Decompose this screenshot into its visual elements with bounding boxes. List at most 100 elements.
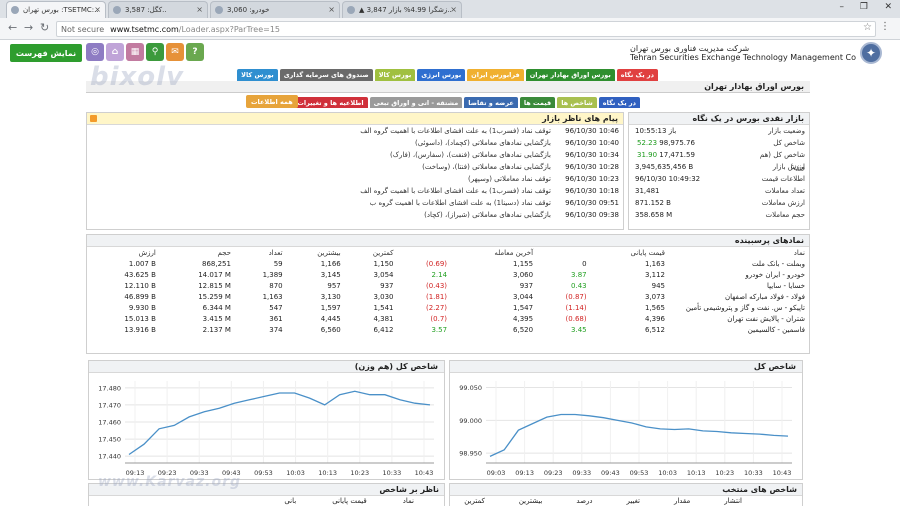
address-bar[interactable]: Not secure www.tsetmc.com/Loader.aspx?Pa…	[56, 21, 876, 37]
message-row[interactable]: 96/10/30 10:46 توقف نماد (فسرب1) به علت ا…	[87, 125, 623, 137]
market-row-value: 52.23 98,975.76	[629, 137, 745, 149]
nav-item-commodity[interactable]: بورس کالا	[374, 69, 416, 81]
table-row[interactable]: خودرو - ایران خودرو 3,112 3.87 3,060 2.14 3,0…	[87, 269, 809, 280]
col-header-count[interactable]: تعداد	[235, 247, 287, 258]
watermark-logo: bixolv	[90, 62, 185, 92]
cell-close: 1,565	[644, 303, 665, 312]
compass-icon[interactable]: ◎	[86, 43, 104, 61]
bookmark-star-icon[interactable]: ☆	[863, 22, 872, 33]
browser-tab[interactable]: 3,587 :کگل.. ×	[108, 1, 208, 18]
cell-high: 1,597	[320, 303, 341, 312]
home-icon[interactable]: ⌂	[106, 43, 124, 61]
close-tab-icon[interactable]: ×	[450, 5, 457, 14]
cell-symbol[interactable]: فولاد - فولاد مبارکه اصفهان	[669, 291, 809, 302]
search-icon[interactable]: ⚲	[146, 43, 164, 61]
cell-high: 6,560	[320, 325, 341, 334]
close-window-icon[interactable]: ✕	[884, 2, 892, 12]
table-row[interactable]: وبملت - بانک ملت 1,163 0 1,155 (0.69) 1,150 1,…	[87, 258, 809, 269]
chart-title: شاخص کل	[450, 361, 802, 373]
message-row[interactable]: 96/10/30 10:23 توقف نماد معاملاتی (وسپهر)	[87, 173, 623, 185]
message-icon[interactable]: ✉	[166, 43, 184, 61]
close-tab-icon[interactable]: ×	[196, 5, 203, 14]
tab-overview[interactable]: در یک نگاه	[598, 97, 640, 108]
equal-weight-index-chart[interactable]: 17.44017.45017.46017.47017.48009:13 09:23…	[89, 373, 444, 479]
brand-logo-icon[interactable]: ✦	[860, 42, 882, 64]
col-header-symbol[interactable]: نماد	[669, 247, 809, 258]
col-header-volume[interactable]: حجم	[160, 247, 235, 258]
y-tick-label: 17.470	[98, 401, 121, 409]
nav-item-ifb[interactable]: فرابورس ایران	[467, 69, 524, 81]
cell-symbol[interactable]: فاسمین - کالسیمین	[669, 324, 809, 335]
forward-icon[interactable]: →	[24, 22, 33, 34]
cell-value: 13.916 B	[124, 325, 156, 334]
back-icon[interactable]: ←	[8, 22, 17, 34]
cell-symbol[interactable]: شتران - پالایش نفت تهران	[669, 313, 809, 324]
nav-item-overview[interactable]: در یک نگاه	[616, 69, 658, 81]
cell-symbol[interactable]: خودرو - ایران خودرو	[669, 269, 809, 280]
cell-symbol[interactable]: وبملت - بانک ملت	[669, 258, 809, 269]
tab-indices[interactable]: شاخص ها	[557, 97, 597, 108]
tab-prices[interactable]: قیمت ها	[519, 97, 556, 108]
chart-title: شاخص کل (هم وزن)	[89, 361, 444, 373]
close-tab-icon[interactable]: ×	[328, 5, 335, 14]
browser-tab[interactable]: 3,060 :خودرو ×	[210, 1, 340, 18]
x-tick-label: 10:33	[744, 469, 763, 477]
message-row[interactable]: 96/10/30 09:38 بازگشایی نمادهای معاملاتی …	[87, 209, 623, 221]
market-row: اطلاعات قیمت 96/10/30 10:49:32	[629, 173, 809, 185]
market-row-change: 31.90	[637, 151, 658, 159]
table-row[interactable]: شتران - پالایش نفت تهران 4,396 (0.68) 4,395…	[87, 313, 809, 324]
x-tick-label: 10:33	[383, 469, 402, 477]
nav-item-commodity-2[interactable]: بورس کالا	[237, 69, 278, 81]
message-row[interactable]: 96/10/30 10:18 توقف نماد (فسرب1) به علت ا…	[87, 185, 623, 197]
x-tick-label: 09:53	[254, 469, 273, 477]
cell-last: 3,060	[513, 270, 534, 279]
cell-close-change: 3.45	[571, 325, 587, 334]
cell-high: 4,445	[320, 314, 341, 323]
table-row[interactable]: خسایا - سایپا 945 0.43 937 (0.43) 937 957 870 12…	[87, 280, 809, 291]
maximize-icon[interactable]: ❐	[860, 2, 868, 12]
browser-tab[interactable]: ▲ 3,847 زشگرا 4.99% بازار.. ×	[342, 1, 462, 18]
message-date: 96/10/30 09:38	[565, 211, 619, 219]
col-header-value[interactable]: ارزش	[87, 247, 160, 258]
market-row: حجم معاملات 358.658 M	[629, 209, 809, 221]
col-header-low[interactable]: کمترین	[345, 247, 398, 258]
message-row[interactable]: 96/10/30 10:28 بازگشایی نمادهای معاملاتی …	[87, 161, 623, 173]
browser-tab[interactable]: بورس تهران :TSETMC:.. ×	[6, 1, 106, 18]
cell-symbol[interactable]: خسایا - سایپا	[669, 280, 809, 291]
cell-close-change: (1.14)	[565, 303, 587, 312]
cell-symbol[interactable]: تاپیکو - س. نفت و گاز و پتروشیمی تأمین	[669, 302, 809, 313]
cell-close-change: (0.68)	[565, 314, 587, 323]
not-secure-label[interactable]: Not secure	[61, 25, 104, 34]
nav-item-funds[interactable]: صندوق های سرمایه گذاری	[279, 69, 373, 81]
table-row[interactable]: فولاد - فولاد مبارکه اصفهان 3,073 (0.87) 3,…	[87, 291, 809, 302]
minimize-icon[interactable]: –	[840, 2, 845, 12]
x-tick-label: 10:23	[350, 469, 369, 477]
col-header-close[interactable]: قیمت پایانی	[591, 247, 669, 258]
market-row-label: شاخص کل (هم وزن)	[759, 151, 805, 171]
tab-derivatives[interactable]: مشتقه - اتی و اوراق تبعی	[369, 97, 463, 108]
cell-count: 1,163	[262, 292, 283, 301]
table-row[interactable]: تاپیکو - س. نفت و گاز و پتروشیمی تأمین 1,…	[87, 302, 809, 313]
message-row[interactable]: 96/10/30 10:34 بازگشایی نمادهای معاملاتی …	[87, 149, 623, 161]
col-header-last[interactable]: آخرین معامله	[451, 247, 537, 258]
help-icon[interactable]: ?	[186, 43, 204, 61]
tab-announcements[interactable]: اطلاعیه ها و تغییرات	[293, 97, 368, 108]
cell-last: 3,044	[513, 292, 534, 301]
calendar-icon[interactable]: ▦	[126, 43, 144, 61]
rss-icon[interactable]	[90, 115, 97, 122]
message-row[interactable]: 96/10/30 10:40 بازگشایی نمادهای معاملاتی …	[87, 137, 623, 149]
show-list-button[interactable]: نمایش فهرست	[10, 44, 82, 62]
col-header-close-chg	[537, 247, 591, 258]
tab-supply-demand[interactable]: عرضه و تقاضا	[464, 97, 518, 108]
col-header-high[interactable]: بیشترین	[287, 247, 345, 258]
table-row[interactable]: فاسمین - کالسیمین 6,512 3.45 6,520 3.57 6,412…	[87, 324, 809, 335]
nav-item-tse[interactable]: بورس اوراق بهادار تهران	[525, 69, 615, 81]
browser-menu-icon[interactable]: ⋮	[880, 21, 890, 32]
total-index-chart[interactable]: 98.950 99.000 99.050 09:03 09:13 09:23 09:33 09…	[450, 373, 802, 479]
close-tab-icon[interactable]: ×	[94, 5, 101, 14]
all-info-button[interactable]: همه اطلاعات	[246, 95, 298, 108]
nav-item-energy[interactable]: بورس انرژی	[417, 69, 466, 81]
brand: شرکت مدیریت فناوری بورس تهران Tehran Sec…	[630, 42, 882, 64]
reload-icon[interactable]: ↻	[40, 22, 49, 34]
message-row[interactable]: 96/10/30 09:51 توقف نماد (دسینا1) به علت …	[87, 197, 623, 209]
